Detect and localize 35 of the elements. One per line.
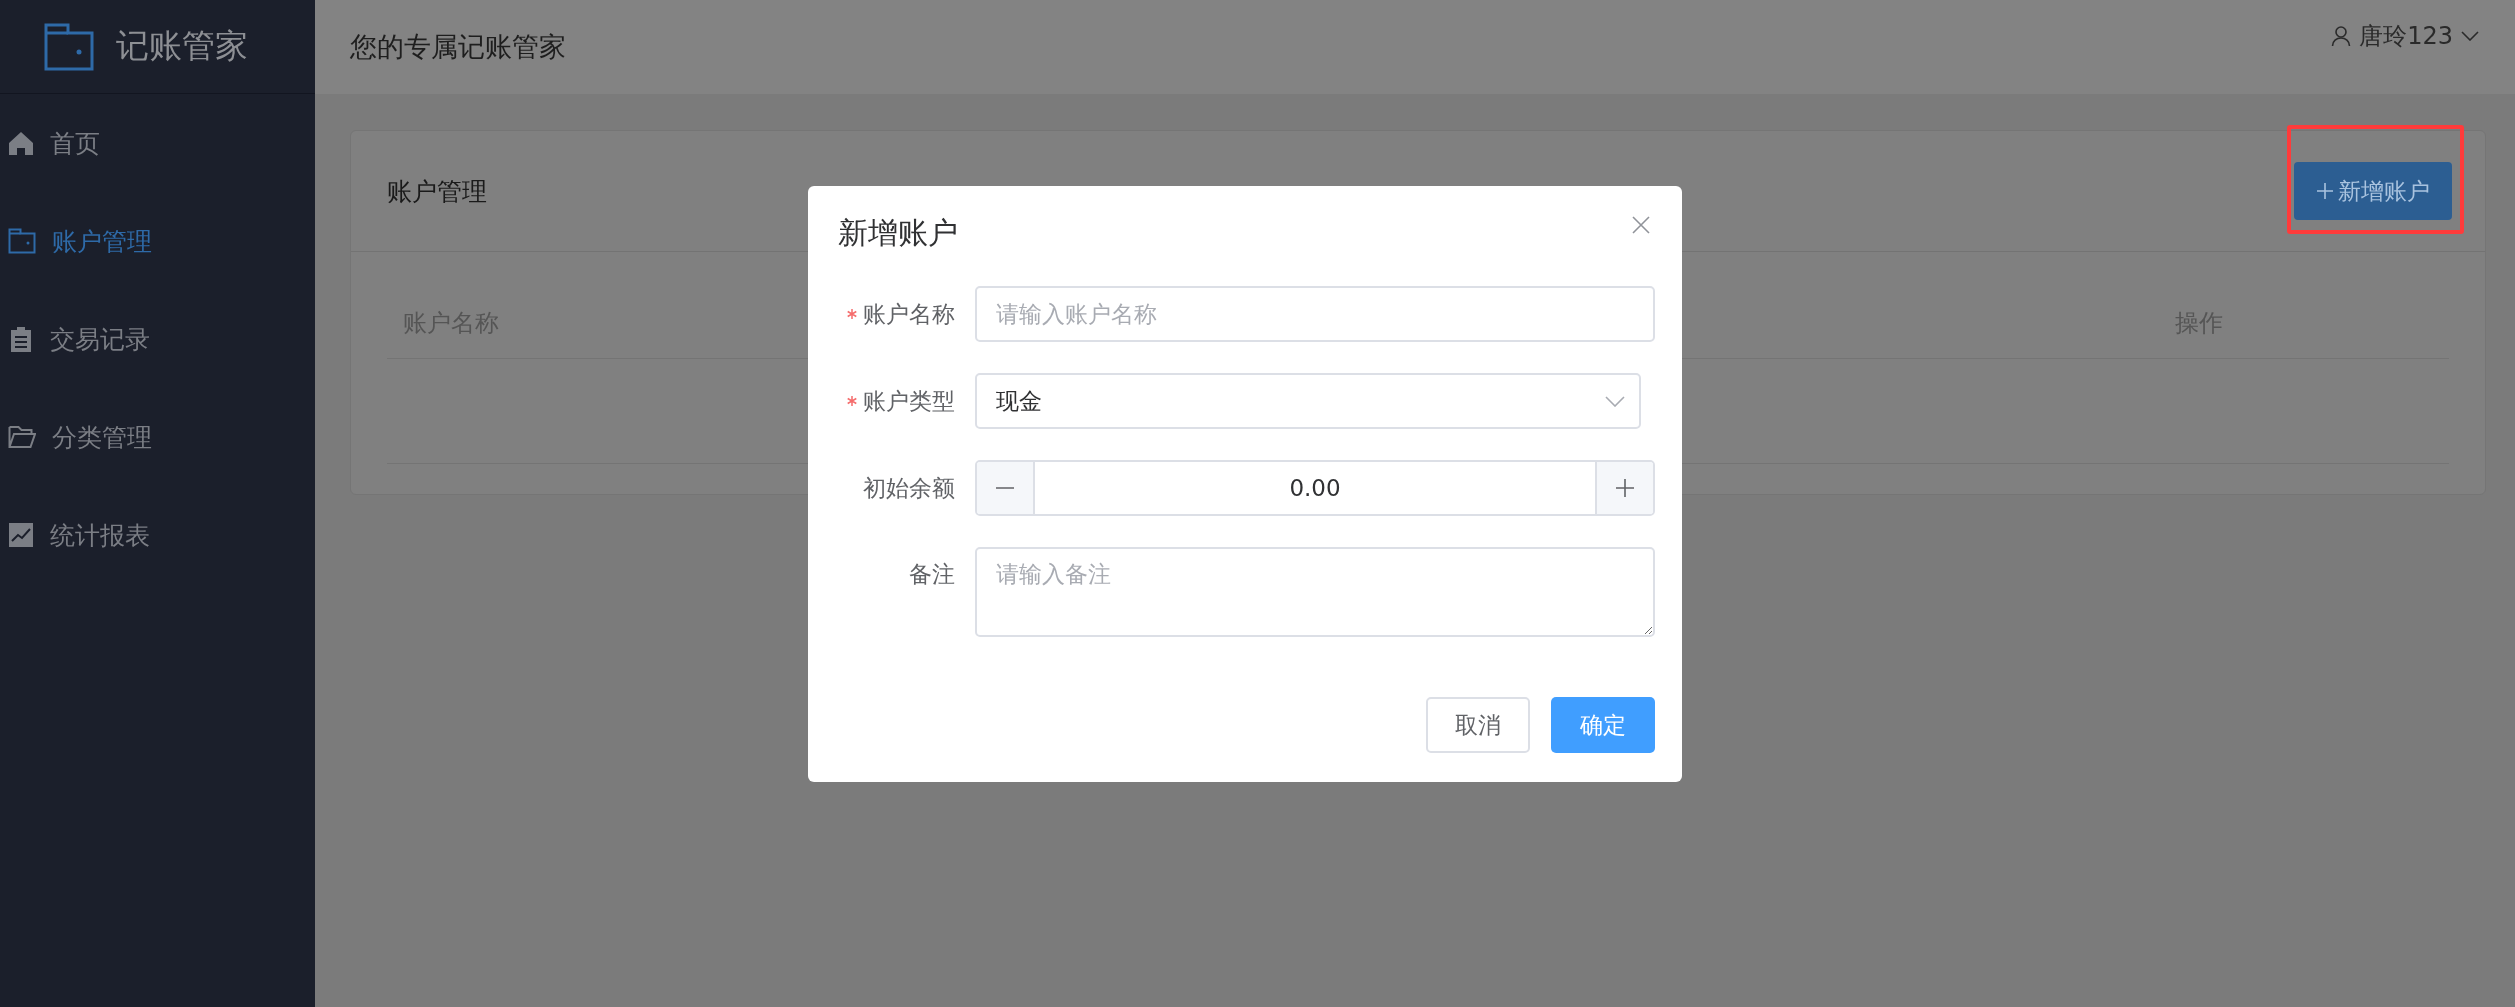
card-title: 账户管理 <box>387 175 487 208</box>
close-icon[interactable] <box>1632 216 1650 234</box>
wallet-icon <box>44 22 94 71</box>
sidebar-item[interactable]: 统计报表 <box>0 486 315 584</box>
input-field[interactable]: 请输入账户名称 <box>975 286 1655 342</box>
dialog-title: 新增账户 <box>838 215 958 251</box>
chevron-down-icon <box>1605 395 1625 407</box>
confirm-button[interactable]: 确定 <box>1551 697 1655 753</box>
cancel-button[interactable]: 取消 <box>1426 697 1530 753</box>
chevron-down-icon <box>2461 31 2479 41</box>
sidebar-item[interactable]: 账户管理 <box>0 192 315 290</box>
home-icon <box>8 130 34 156</box>
plus-icon <box>1616 479 1634 497</box>
field-label: 初始余额 <box>863 473 955 503</box>
increase-button[interactable] <box>1595 462 1653 514</box>
clipboard-icon <box>8 326 34 352</box>
field-label: 账户类型 <box>863 386 955 416</box>
sidebar-item[interactable]: 首页 <box>0 94 315 192</box>
app-logo: 记账管家 <box>116 25 248 67</box>
add-account-button[interactable]: 新增账户 <box>2294 162 2452 220</box>
field-label: 备注 <box>909 560 955 589</box>
user-menu[interactable]: 唐玲123 <box>2331 20 2479 52</box>
page-title: 您的专属记账管家 <box>350 30 566 64</box>
number-field[interactable]: 0.00 <box>975 460 1655 516</box>
sidebar-item[interactable]: 交易记录 <box>0 290 315 388</box>
folder-icon <box>8 424 36 450</box>
sidebar-item[interactable]: 分类管理 <box>0 388 315 486</box>
field-label: 账户名称 <box>863 299 955 329</box>
chart-icon <box>8 522 34 548</box>
user-icon <box>2331 25 2352 47</box>
plus-icon <box>2316 182 2334 200</box>
wallet-icon <box>8 228 36 254</box>
textarea-field[interactable]: 请输入备注 <box>975 547 1655 637</box>
minus-icon <box>996 487 1014 489</box>
select-field[interactable]: 现金 <box>975 373 1641 429</box>
